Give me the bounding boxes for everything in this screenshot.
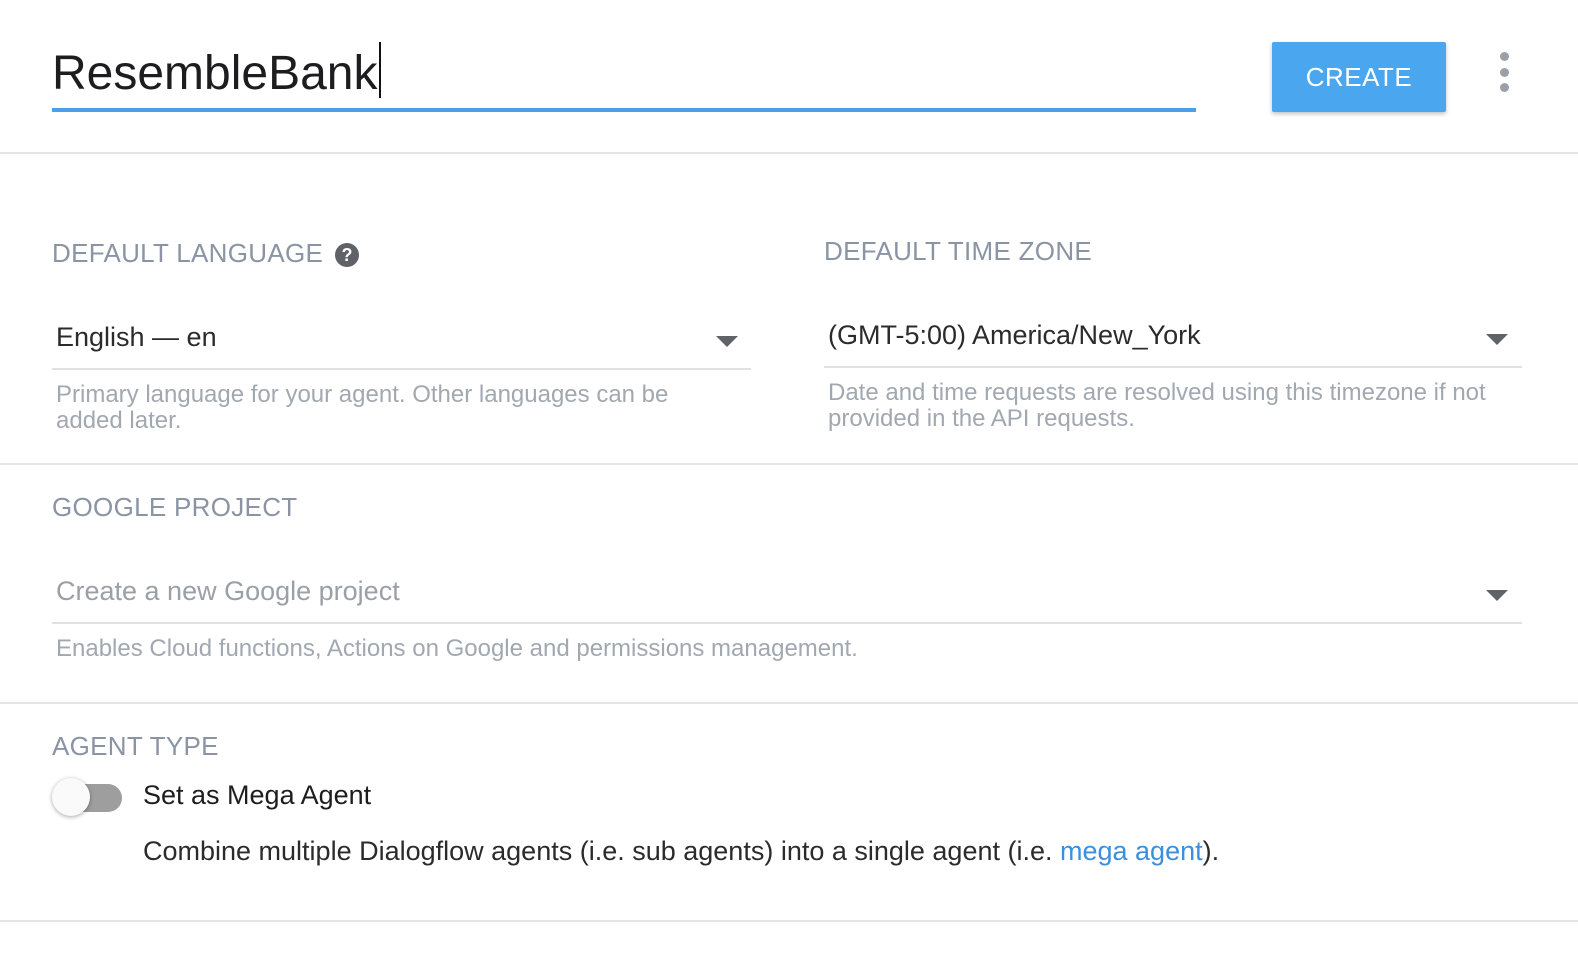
create-button[interactable]: CREATE — [1272, 42, 1446, 112]
default-timezone-label: DEFAULT TIME ZONE — [824, 236, 1093, 266]
more-vert-icon[interactable] — [1488, 52, 1520, 92]
mega-agent-toggle-label[interactable]: Set as Mega Agent — [143, 780, 371, 811]
more-dot — [1499, 52, 1509, 61]
chevron-down-icon — [716, 336, 738, 347]
timezone-hint: Date and time requests are resolved usin… — [828, 379, 1486, 432]
mega-agent-link[interactable]: mega agent — [1060, 836, 1203, 866]
section-divider — [0, 463, 1578, 465]
timezone-select-value: (GMT-5:00) America/New_York — [828, 320, 1201, 350]
chevron-down-icon — [1486, 334, 1508, 345]
more-dot — [1499, 83, 1509, 92]
header: ResembleBank CREATE — [0, 0, 1578, 154]
google-project-select[interactable]: Create a new Google project — [52, 568, 1522, 624]
default-language-label: DEFAULT LANGUAGE — [52, 238, 324, 268]
toggle-thumb — [52, 778, 90, 816]
agent-name-input[interactable]: ResembleBank — [52, 40, 1196, 112]
google-project-label: GOOGLE PROJECT — [52, 492, 298, 522]
timezone-select[interactable]: (GMT-5:00) America/New_York — [824, 312, 1522, 368]
create-agent-page: ResembleBank CREATE DEFAULT LANGUAGE ? E… — [0, 0, 1578, 968]
agent-type-desc-text: Combine multiple Dialogflow agents (i.e.… — [143, 836, 1060, 866]
agent-type-description: Combine multiple Dialogflow agents (i.e.… — [143, 836, 1219, 867]
more-dot — [1499, 67, 1509, 77]
agent-name-value[interactable]: ResembleBank — [52, 42, 381, 104]
agent-type-label: AGENT TYPE — [52, 731, 219, 761]
google-project-placeholder: Create a new Google project — [56, 576, 400, 606]
section-divider — [0, 702, 1578, 704]
language-hint: Primary language for your agent. Other l… — [56, 381, 669, 434]
section-divider — [0, 920, 1578, 922]
language-select[interactable]: English — en — [52, 314, 751, 370]
google-project-hint: Enables Cloud functions, Actions on Goog… — [56, 635, 858, 662]
text-caret — [378, 42, 381, 98]
agent-type-desc-suffix: ). — [1202, 836, 1220, 866]
chevron-down-icon — [1486, 590, 1508, 601]
help-icon[interactable]: ? — [335, 243, 359, 267]
language-select-value: English — en — [56, 322, 217, 352]
mega-agent-toggle[interactable] — [52, 778, 124, 818]
